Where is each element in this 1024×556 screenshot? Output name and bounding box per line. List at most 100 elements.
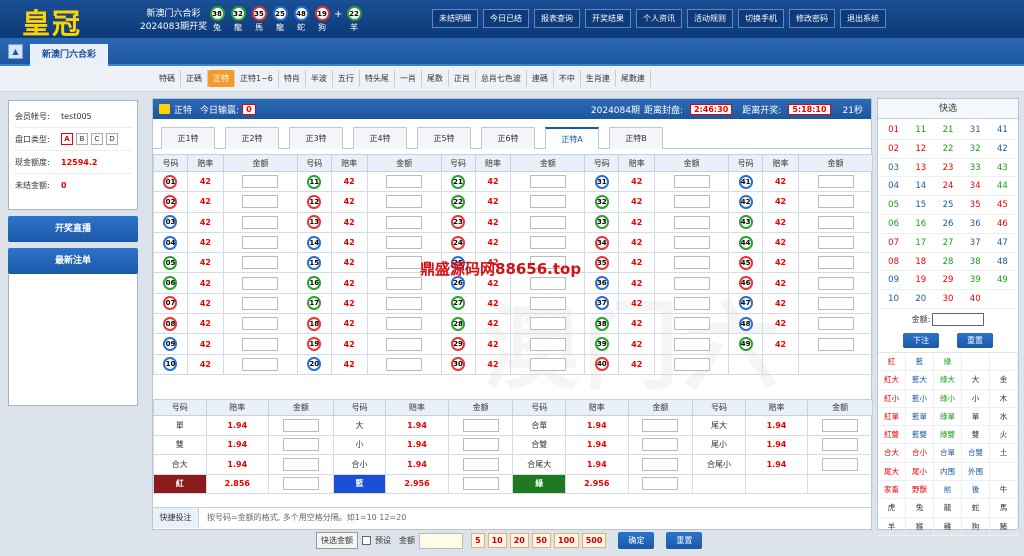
- quick-number[interactable]: 40: [961, 290, 989, 309]
- sub-tab[interactable]: 正特B: [609, 127, 663, 149]
- amount-input[interactable]: [529, 357, 566, 371]
- amount-input[interactable]: [673, 296, 710, 310]
- quick-number[interactable]: 12: [907, 140, 935, 159]
- amount-input[interactable]: [817, 195, 854, 209]
- amount-input[interactable]: [386, 175, 423, 189]
- amount-input[interactable]: [242, 337, 279, 351]
- amount-input[interactable]: [673, 317, 710, 331]
- amount-input[interactable]: [386, 276, 423, 290]
- quick-number[interactable]: 01: [880, 121, 908, 140]
- quick-category[interactable]: 豬: [990, 517, 1018, 536]
- amount-input[interactable]: [673, 276, 710, 290]
- play-type-tab[interactable]: 特头尾: [360, 70, 395, 87]
- quick-category[interactable]: 合大: [878, 444, 906, 463]
- quick-number[interactable]: 49: [988, 271, 1016, 291]
- amount-input[interactable]: [642, 438, 679, 452]
- play-type-tab[interactable]: 特肖: [279, 70, 306, 87]
- amount-input[interactable]: [817, 236, 854, 250]
- amount-input[interactable]: [242, 236, 279, 250]
- amount-input[interactable]: [529, 337, 566, 351]
- quick-number[interactable]: 39: [961, 271, 989, 291]
- quick-number[interactable]: 46: [988, 215, 1016, 234]
- amount-input[interactable]: [673, 195, 710, 209]
- home-icon[interactable]: ▲: [8, 44, 23, 59]
- amount-input[interactable]: [817, 296, 854, 310]
- quick-number[interactable]: 41: [988, 121, 1016, 140]
- amount-input[interactable]: [642, 477, 679, 491]
- amount-chip[interactable]: 5: [471, 533, 485, 548]
- quick-category[interactable]: 藍單: [906, 407, 934, 427]
- quick-submit-button[interactable]: 下注: [903, 332, 939, 348]
- quick-number[interactable]: 15: [907, 196, 935, 215]
- quick-number[interactable]: 34: [961, 177, 989, 197]
- amount-input[interactable]: [386, 256, 423, 270]
- sub-tab[interactable]: 正5特: [417, 127, 471, 149]
- amount-input[interactable]: [282, 457, 319, 471]
- quick-category[interactable]: 紅單: [878, 407, 906, 427]
- play-type-tab[interactable]: 正特: [208, 70, 235, 87]
- sub-tab[interactable]: 正3特: [289, 127, 343, 149]
- sub-tab[interactable]: 正1特: [161, 127, 215, 149]
- amount-input[interactable]: [462, 457, 499, 471]
- amount-input[interactable]: [462, 477, 499, 491]
- quick-number[interactable]: 47: [988, 234, 1016, 253]
- amount-input[interactable]: [817, 175, 854, 189]
- amount-input[interactable]: [386, 195, 423, 209]
- amount-chip[interactable]: 10: [487, 533, 507, 548]
- quick-category[interactable]: 龍: [934, 499, 962, 518]
- quick-number[interactable]: 16: [907, 215, 935, 234]
- quick-number[interactable]: 28: [934, 253, 962, 272]
- quick-number[interactable]: 04: [880, 177, 908, 197]
- play-type-tab[interactable]: 正特1~6: [235, 70, 279, 87]
- amount-input[interactable]: [529, 296, 566, 310]
- amount-input[interactable]: [529, 236, 566, 250]
- quick-number[interactable]: 38: [961, 253, 989, 272]
- play-type-tab[interactable]: 特碼: [154, 70, 181, 87]
- quick-category[interactable]: 小: [962, 389, 990, 408]
- quick-amount-input[interactable]: [932, 313, 985, 327]
- quick-category[interactable]: 綠大: [934, 371, 962, 390]
- amount-input[interactable]: [386, 337, 423, 351]
- quick-number[interactable]: 45: [988, 196, 1016, 215]
- amount-input[interactable]: [642, 457, 679, 471]
- quick-number[interactable]: 09: [880, 271, 908, 291]
- quick-amount-button[interactable]: 快选金额: [316, 532, 358, 549]
- quick-number[interactable]: 05: [880, 196, 908, 215]
- plate-option[interactable]: A: [61, 133, 73, 145]
- quick-category[interactable]: 蛇: [962, 499, 990, 518]
- quick-number[interactable]: 36: [961, 215, 989, 234]
- amount-input[interactable]: [673, 215, 710, 229]
- amount-input[interactable]: [673, 175, 710, 189]
- quick-category[interactable]: 合小: [906, 444, 934, 463]
- amount-chip[interactable]: 500: [581, 533, 607, 548]
- amount-input[interactable]: [673, 337, 710, 351]
- amount-input[interactable]: [822, 438, 859, 452]
- amount-input[interactable]: [282, 438, 319, 452]
- quick-category[interactable]: 藍大: [906, 371, 934, 390]
- quick-category[interactable]: 前: [934, 481, 962, 500]
- quick-category[interactable]: 藍雙: [906, 426, 934, 445]
- amount-input[interactable]: [386, 357, 423, 371]
- amount-input[interactable]: [673, 236, 710, 250]
- top-nav-item[interactable]: 报表查询: [534, 9, 580, 28]
- amount-input[interactable]: [529, 215, 566, 229]
- quick-category[interactable]: 家畜: [878, 481, 906, 500]
- quick-number[interactable]: 30: [934, 290, 962, 309]
- quick-category[interactable]: 外围: [962, 462, 990, 482]
- amount-input[interactable]: [282, 477, 319, 491]
- sub-tab[interactable]: 正6特: [481, 127, 535, 149]
- amount-input[interactable]: [242, 175, 279, 189]
- quick-category[interactable]: 野獸: [906, 481, 934, 500]
- top-nav-item[interactable]: 切换手机: [738, 9, 784, 28]
- top-nav-item[interactable]: 今日已结: [483, 9, 529, 28]
- quick-category[interactable]: 牛: [990, 481, 1018, 500]
- amount-input[interactable]: [817, 215, 854, 229]
- amount-input[interactable]: [462, 438, 499, 452]
- quick-number[interactable]: 06: [880, 215, 908, 234]
- quick-category[interactable]: 水: [990, 407, 1018, 427]
- quick-number[interactable]: 43: [988, 159, 1016, 178]
- quick-number[interactable]: 10: [880, 290, 908, 309]
- top-nav-item[interactable]: 活动规则: [687, 9, 733, 28]
- quick-bet-input[interactable]: 按号码=金额的格式, 多个用空格分隔。如1=10 12=20: [199, 512, 406, 523]
- quick-number[interactable]: 25: [934, 196, 962, 215]
